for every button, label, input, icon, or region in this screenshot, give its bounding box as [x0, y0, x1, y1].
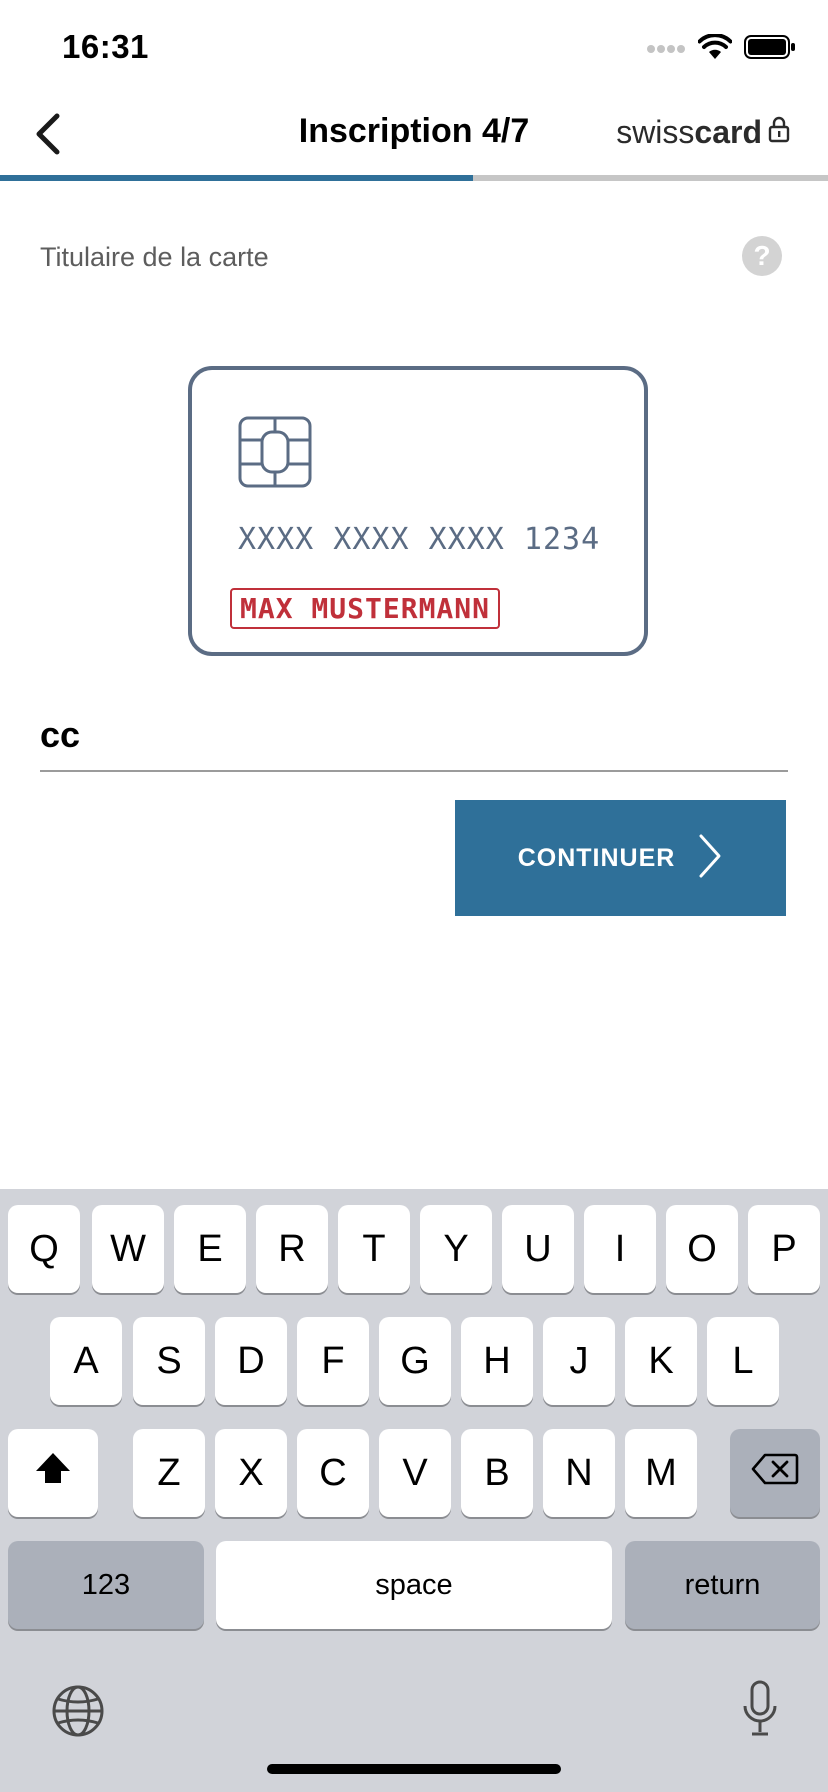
- chevron-right-icon: [697, 832, 723, 885]
- key-k[interactable]: K: [625, 1317, 697, 1405]
- wifi-icon: [697, 33, 733, 65]
- delete-key[interactable]: [730, 1429, 820, 1517]
- key-f[interactable]: F: [297, 1317, 369, 1405]
- key-v[interactable]: V: [379, 1429, 451, 1517]
- key-d[interactable]: D: [215, 1317, 287, 1405]
- chip-icon: [238, 416, 312, 493]
- return-key[interactable]: return: [625, 1541, 820, 1629]
- key-o[interactable]: O: [666, 1205, 738, 1293]
- status-icons: [646, 33, 796, 65]
- cellular-signal-icon: [646, 41, 686, 59]
- key-n[interactable]: N: [543, 1429, 615, 1517]
- key-a[interactable]: A: [50, 1317, 122, 1405]
- key-s[interactable]: S: [133, 1317, 205, 1405]
- key-u[interactable]: U: [502, 1205, 574, 1293]
- key-g[interactable]: G: [379, 1317, 451, 1405]
- key-p[interactable]: P: [748, 1205, 820, 1293]
- status-bar: 16:31: [0, 0, 828, 96]
- key-x[interactable]: X: [215, 1429, 287, 1517]
- shift-icon: [34, 1451, 72, 1495]
- microphone-icon[interactable]: [736, 1677, 784, 1741]
- brand-logo: swiss card: [616, 114, 790, 151]
- key-h[interactable]: H: [461, 1317, 533, 1405]
- navigation-bar: Inscription 4/7 swiss card: [0, 96, 828, 176]
- home-indicator[interactable]: [267, 1764, 561, 1774]
- key-t[interactable]: T: [338, 1205, 410, 1293]
- key-c[interactable]: C: [297, 1429, 369, 1517]
- key-m[interactable]: M: [625, 1429, 697, 1517]
- continue-button-label: CONTINUER: [517, 843, 676, 872]
- brand-logo-light-text: swiss: [616, 114, 695, 150]
- shift-key[interactable]: [8, 1429, 98, 1517]
- key-e[interactable]: E: [174, 1205, 246, 1293]
- brand-logo-bold-text: card: [694, 114, 762, 150]
- space-key[interactable]: space: [216, 1541, 612, 1629]
- numbers-key[interactable]: 123: [8, 1541, 204, 1629]
- key-y[interactable]: Y: [420, 1205, 492, 1293]
- key-q[interactable]: Q: [8, 1205, 80, 1293]
- key-j[interactable]: J: [543, 1317, 615, 1405]
- cardholder-name-input[interactable]: [40, 700, 788, 772]
- onscreen-keyboard: Q W E R T Y U I O P A S D F G H J K L Z …: [0, 1189, 828, 1792]
- progress-track: [0, 175, 828, 181]
- help-icon[interactable]: ?: [742, 236, 782, 276]
- backspace-icon: [751, 1452, 799, 1495]
- section-label: Titulaire de la carte: [40, 242, 269, 272]
- card-number-placeholder: XXXX XXXX XXXX 1234: [238, 522, 601, 557]
- key-i[interactable]: I: [584, 1205, 656, 1293]
- key-r[interactable]: R: [256, 1205, 328, 1293]
- continue-button[interactable]: CONTINUER: [455, 800, 786, 916]
- card-illustration: XXXX XXXX XXXX 1234 MAX MUSTERMANN: [188, 366, 648, 656]
- card-holder-name-highlight: MAX MUSTERMANN: [230, 588, 501, 629]
- status-time: 16:31: [62, 28, 149, 65]
- key-b[interactable]: B: [461, 1429, 533, 1517]
- key-w[interactable]: W: [92, 1205, 164, 1293]
- globe-icon[interactable]: [50, 1683, 106, 1739]
- key-l[interactable]: L: [707, 1317, 779, 1405]
- battery-icon: [744, 34, 796, 65]
- lock-icon: [768, 114, 790, 151]
- progress-fill: [0, 175, 473, 181]
- key-z[interactable]: Z: [133, 1429, 205, 1517]
